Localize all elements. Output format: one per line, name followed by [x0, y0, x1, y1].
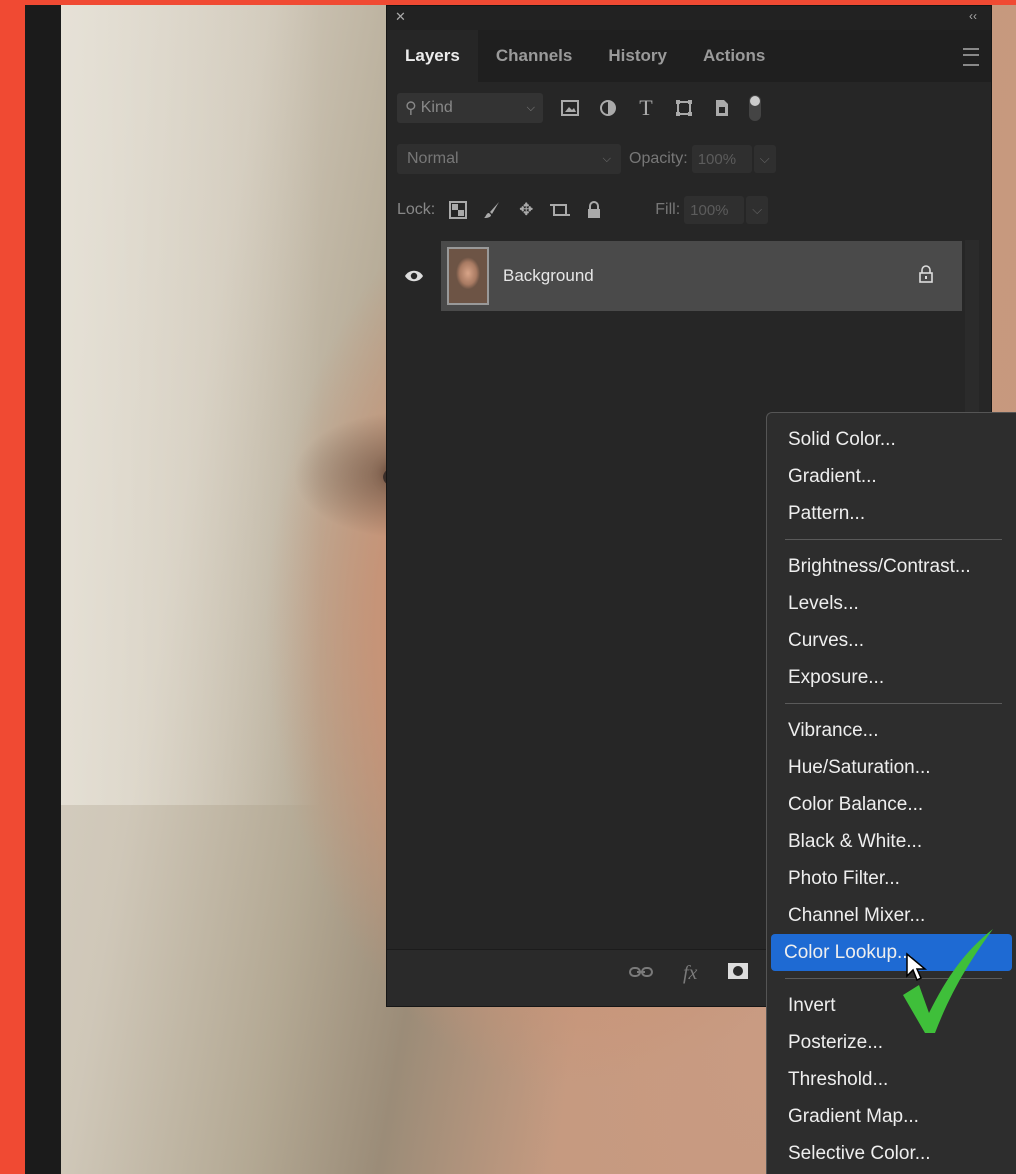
pixel-layer-filter-icon[interactable] — [559, 97, 581, 119]
tab-channels[interactable]: Channels — [478, 30, 591, 82]
search-icon: ⚲ — [405, 100, 417, 117]
chevron-down-icon: ⌵ — [526, 101, 535, 114]
layer-filter-row: ⚲ Kind ⌵ T — [387, 82, 991, 134]
menu-separator — [785, 703, 1002, 704]
smart-object-filter-icon[interactable] — [711, 97, 733, 119]
menu-item-pattern[interactable]: Pattern... — [771, 495, 1012, 532]
blend-mode-select[interactable]: Normal ⌵ — [397, 144, 621, 174]
chevron-down-icon: ⌵ — [602, 152, 611, 165]
layer-style-fx-icon[interactable]: fx — [683, 962, 697, 985]
menu-item-gradient-map[interactable]: Gradient Map... — [771, 1098, 1012, 1135]
new-adjustment-layer-menu: Solid Color... Gradient... Pattern... Brigh… — [766, 412, 1016, 1174]
lock-label: Lock: — [397, 201, 436, 218]
lock-position-move-icon[interactable]: ✥ — [515, 199, 537, 221]
fill-label: Fill: — [655, 201, 681, 218]
opacity-label: Opacity: — [629, 150, 688, 167]
fill-field[interactable]: 100% — [684, 196, 745, 224]
menu-item-photo-filter[interactable]: Photo Filter... — [771, 860, 1012, 897]
mouse-cursor-icon — [906, 952, 928, 982]
menu-item-hue-saturation[interactable]: Hue/Saturation... — [771, 749, 1012, 786]
menu-item-black-white[interactable]: Black & White... — [771, 823, 1012, 860]
layer-name: Background — [503, 266, 594, 285]
lock-transparent-pixels-icon[interactable] — [447, 199, 469, 221]
opacity-field[interactable]: 100% — [691, 145, 752, 173]
tab-layers[interactable]: Layers — [387, 30, 478, 82]
lock-artboard-icon[interactable] — [549, 199, 571, 221]
adjustment-layer-filter-icon[interactable] — [597, 97, 619, 119]
menu-item-color-balance[interactable]: Color Balance... — [771, 786, 1012, 823]
fill-slider-toggle[interactable]: ⌵ — [746, 196, 769, 224]
panel-topbar: ✕ ‹‹ — [387, 6, 991, 30]
layer-item[interactable]: Background — [441, 241, 962, 311]
lock-row: Lock: ✥ Fill: 100% ⌵ — [387, 184, 991, 236]
layer-thumbnail — [447, 247, 489, 305]
menu-item-curves[interactable]: Curves... — [771, 622, 1012, 659]
blend-mode-value: Normal — [407, 150, 459, 167]
link-layers-icon[interactable] — [629, 962, 653, 985]
menu-item-exposure[interactable]: Exposure... — [771, 659, 1012, 696]
lock-image-pixels-brush-icon[interactable] — [481, 199, 503, 221]
visibility-eye-icon[interactable] — [387, 269, 441, 283]
menu-item-selective-color[interactable]: Selective Color... — [771, 1135, 1012, 1172]
tab-actions[interactable]: Actions — [685, 30, 783, 82]
kind-filter-select[interactable]: ⚲ Kind ⌵ — [397, 93, 543, 123]
collapse-icon[interactable]: ‹‹ — [969, 9, 977, 23]
tab-history[interactable]: History — [590, 30, 685, 82]
add-mask-icon[interactable] — [727, 962, 749, 986]
kind-label: Kind — [420, 99, 453, 116]
menu-item-threshold[interactable]: Threshold... — [771, 1061, 1012, 1098]
menu-item-vibrance[interactable]: Vibrance... — [771, 712, 1012, 749]
panel-tabs: Layers Channels History Actions — [387, 30, 991, 82]
menu-item-brightness-contrast[interactable]: Brightness/Contrast... — [771, 548, 1012, 585]
filter-toggle-switch[interactable] — [749, 95, 761, 121]
lock-all-icon[interactable] — [583, 199, 605, 221]
menu-separator — [785, 539, 1002, 540]
layer-lock-icon — [918, 265, 934, 288]
close-icon[interactable]: ✕ — [395, 9, 406, 25]
blend-row: Normal ⌵ Opacity: 100% ⌵ — [387, 134, 991, 184]
panel-menu-icon[interactable] — [963, 48, 979, 66]
shape-layer-filter-icon[interactable] — [673, 97, 695, 119]
menu-item-levels[interactable]: Levels... — [771, 585, 1012, 622]
type-layer-filter-icon[interactable]: T — [635, 95, 657, 120]
menu-item-gradient[interactable]: Gradient... — [771, 458, 1012, 495]
opacity-slider-toggle[interactable]: ⌵ — [753, 145, 776, 173]
hair-highlight — [61, 5, 321, 805]
layer-row-background[interactable]: Background — [387, 240, 962, 312]
menu-item-solid-color[interactable]: Solid Color... — [771, 421, 1012, 458]
